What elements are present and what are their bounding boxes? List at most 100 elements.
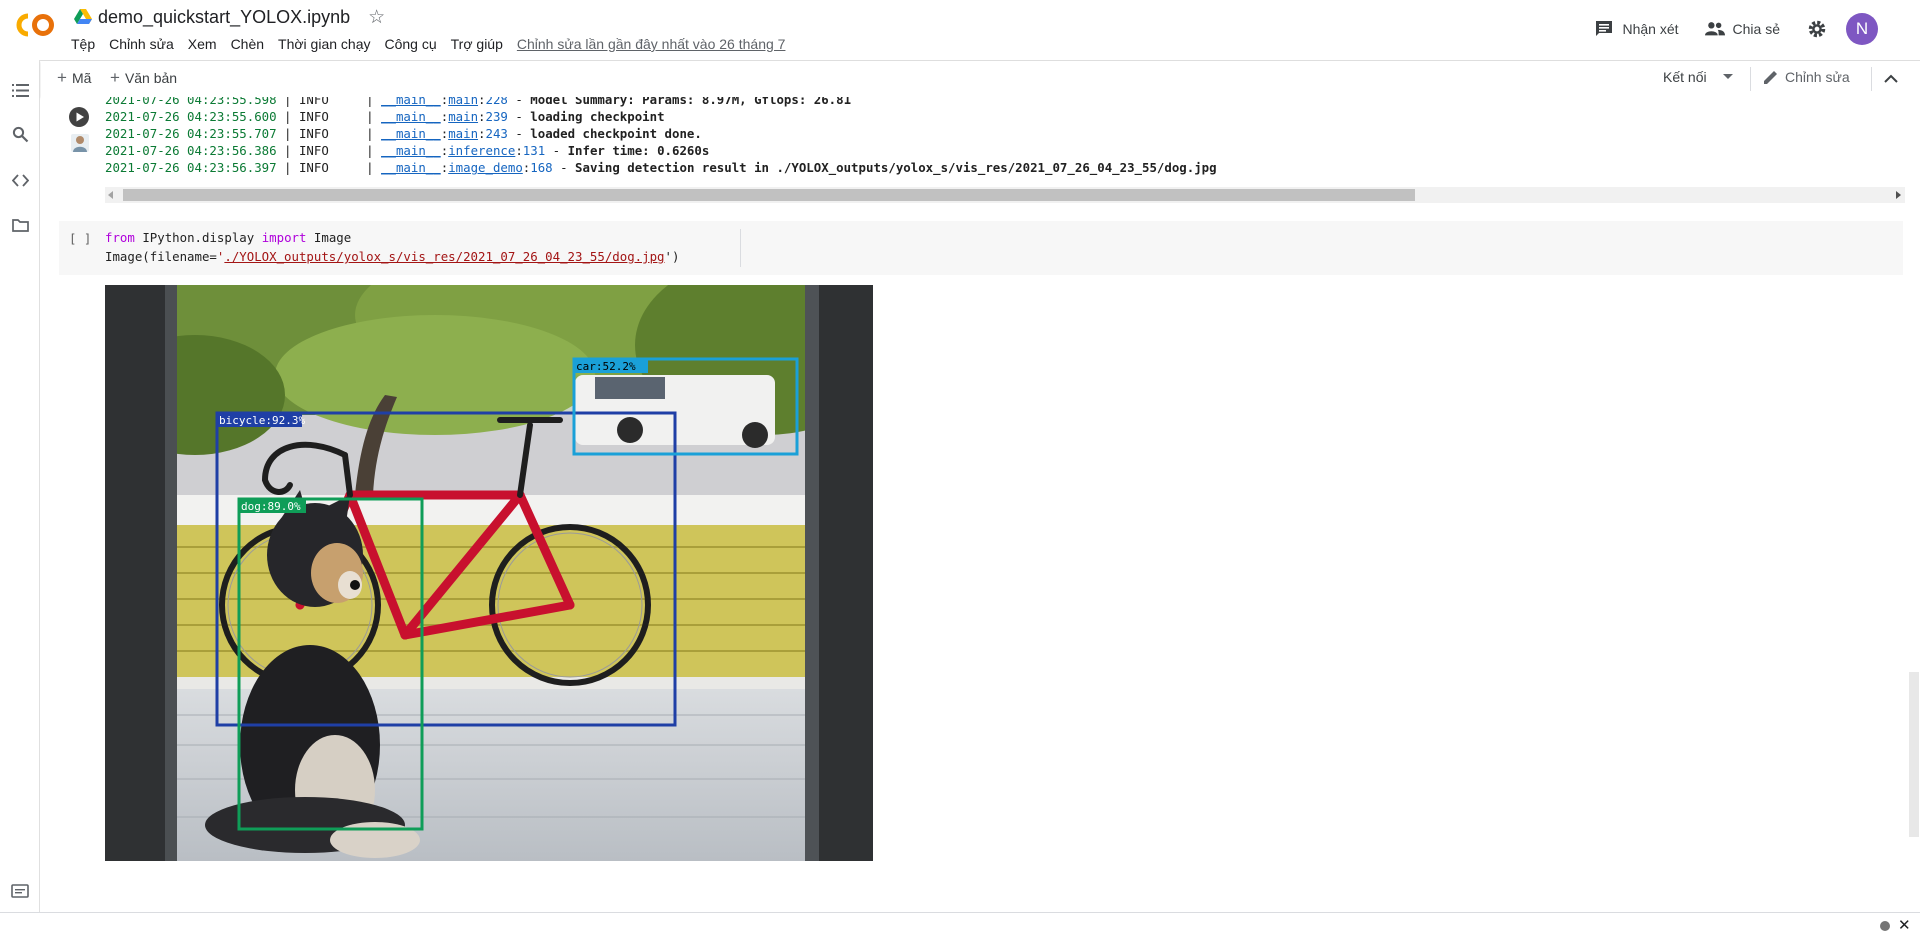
code-cell[interactable]: [ ] from IPython.display import Image Im… xyxy=(59,221,1903,275)
menu-file[interactable]: Tệp xyxy=(64,36,102,52)
cell-output-log: 2021-07-26 04:23:55.598 | INFO | __main_… xyxy=(105,97,1905,176)
code-cell-divider xyxy=(740,229,741,267)
log-timestamp: 2021-07-26 04:23:56.397 xyxy=(105,160,277,175)
add-code-cell-button[interactable]: + Mã xyxy=(57,69,91,86)
log-message: Model Summary: Params: 8.97M, Gflops: 26… xyxy=(530,97,852,107)
log-function-link[interactable]: inference xyxy=(448,143,515,158)
share-button[interactable]: Chia sẻ xyxy=(1704,19,1780,39)
code-call: Image(filename= xyxy=(105,249,217,264)
user-avatar[interactable]: N xyxy=(1846,13,1878,45)
log-line-number: 228 xyxy=(485,97,508,107)
log-level: INFO xyxy=(298,126,329,141)
log-timestamp: 2021-07-26 04:23:56.386 xyxy=(105,143,277,158)
log-line: 2021-07-26 04:23:55.707 | INFO | __main_… xyxy=(105,126,702,141)
edit-mode-button[interactable]: Chỉnh sửa xyxy=(1763,69,1850,85)
log-timestamp: 2021-07-26 04:23:55.598 xyxy=(105,97,277,107)
add-text-cell-button[interactable]: + Văn bản xyxy=(110,69,177,86)
scroll-right-arrow[interactable] xyxy=(1896,191,1901,199)
log-timestamp: 2021-07-26 04:23:55.707 xyxy=(105,126,277,141)
run-cell-icon[interactable] xyxy=(68,106,90,128)
folder-icon[interactable] xyxy=(12,217,29,234)
comments-label: Nhận xét xyxy=(1622,21,1679,37)
log-line: 2021-07-26 04:23:55.598 | INFO | __main_… xyxy=(105,97,1905,108)
code-module: IPython.display xyxy=(142,230,255,245)
log-level: INFO xyxy=(298,143,329,158)
menu-insert[interactable]: Chèn xyxy=(224,36,271,52)
runtime-status-dot[interactable] xyxy=(1880,921,1890,931)
scroll-left-arrow[interactable] xyxy=(108,191,113,199)
google-drive-icon[interactable] xyxy=(74,9,92,25)
menu-edit[interactable]: Chỉnh sửa xyxy=(102,36,181,52)
terminal-icon[interactable] xyxy=(11,884,29,898)
log-function-link[interactable]: main xyxy=(448,97,478,107)
search-icon[interactable] xyxy=(12,126,29,143)
log-line-number: 239 xyxy=(485,109,508,124)
log-module-link[interactable]: __main__ xyxy=(381,160,441,175)
share-label: Chia sẻ xyxy=(1732,21,1780,37)
code-path-link[interactable]: ./YOLOX_outputs/yolox_s/vis_res/2021_07_… xyxy=(224,249,664,264)
log-module-link[interactable]: __main__ xyxy=(381,109,441,124)
log-line-number: 168 xyxy=(530,160,553,175)
scrollbar-thumb[interactable] xyxy=(123,189,1415,201)
comments-button[interactable]: Nhận xét xyxy=(1594,19,1679,39)
vertical-scrollbar-thumb[interactable] xyxy=(1909,672,1919,837)
add-code-label: Mã xyxy=(71,69,92,86)
close-icon[interactable]: ✕ xyxy=(1898,916,1911,934)
code-name: Image xyxy=(313,230,352,245)
connect-button[interactable]: Kết nối xyxy=(1663,69,1733,85)
edit-mode-label: Chỉnh sửa xyxy=(1785,69,1850,85)
log-module-link[interactable]: __main__ xyxy=(381,143,441,158)
log-line: 2021-07-26 04:23:56.386 | INFO | __main_… xyxy=(105,143,710,158)
log-line: 2021-07-26 04:23:55.600 | INFO | __main_… xyxy=(105,109,665,124)
log-line: 2021-07-26 04:23:56.397 | INFO | __main_… xyxy=(105,160,1217,175)
left-sidebar xyxy=(0,60,40,912)
app-header: demo_quickstart_YOLOX.ipynb ☆ Tệp Chỉnh … xyxy=(0,0,1920,60)
menu-view[interactable]: Xem xyxy=(181,36,224,52)
log-timestamp: 2021-07-26 04:23:55.600 xyxy=(105,109,277,124)
log-module-link[interactable]: __main__ xyxy=(381,126,441,141)
execution-count[interactable]: [ ] xyxy=(69,231,91,246)
detection-label-dog: dog:89.0% xyxy=(241,500,301,513)
log-function-link[interactable]: image_demo xyxy=(448,160,523,175)
plus-icon: + xyxy=(57,68,67,87)
last-edit-link[interactable]: Chỉnh sửa lần gần đây nhất vào 26 tháng … xyxy=(517,36,786,52)
menu-bar: Tệp Chỉnh sửa Xem Chèn Thời gian chạy Cô… xyxy=(64,34,785,54)
status-bar: ✕ xyxy=(0,912,1920,938)
header-actions: Nhận xét Chia sẻ N xyxy=(1594,12,1920,46)
notebook-area[interactable]: 2021-07-26 04:23:55.598 | INFO | __main_… xyxy=(41,97,1920,912)
gear-icon[interactable] xyxy=(1806,18,1828,40)
log-message: loading checkpoint xyxy=(530,109,665,124)
dog-bicycle-photo: bicycle:92.3% dog:89.0% car:52.2% xyxy=(105,285,873,861)
colab-logo[interactable] xyxy=(14,12,56,38)
log-message: loaded checkpoint done. xyxy=(530,126,702,141)
detection-result-image: bicycle:92.3% dog:89.0% car:52.2% xyxy=(105,285,873,861)
log-function-link[interactable]: main xyxy=(448,109,478,124)
code-suffix: ') xyxy=(664,249,680,264)
detection-label-car: car:52.2% xyxy=(576,360,636,373)
code-keyword: from xyxy=(105,230,135,245)
connect-label: Kết nối xyxy=(1663,69,1707,85)
log-module-link[interactable]: __main__ xyxy=(381,97,441,107)
toolbar-divider xyxy=(1750,67,1751,91)
code-keyword: import xyxy=(261,230,307,245)
pencil-icon xyxy=(1764,71,1777,84)
log-line-number: 131 xyxy=(522,143,546,158)
menu-tools[interactable]: Công cụ xyxy=(377,36,443,52)
code-snippets-icon[interactable] xyxy=(12,172,29,189)
log-message: Infer time: 0.6260s xyxy=(567,143,710,158)
log-level: INFO xyxy=(298,109,329,124)
title-row: demo_quickstart_YOLOX.ipynb ☆ xyxy=(74,6,385,28)
horizontal-scrollbar[interactable] xyxy=(105,187,1905,203)
menu-runtime[interactable]: Thời gian chạy xyxy=(271,36,377,52)
notebook-toolbar: + Mã + Văn bản Kết nối Chỉnh sửa xyxy=(41,61,1920,97)
star-icon[interactable]: ☆ xyxy=(368,8,385,27)
chevron-up-icon[interactable] xyxy=(1881,69,1901,89)
code-editor[interactable]: from IPython.display import Image Image(… xyxy=(105,228,679,266)
menu-help[interactable]: Trợ giúp xyxy=(444,36,510,52)
table-of-contents-icon[interactable] xyxy=(12,82,29,99)
log-line-number: 243 xyxy=(485,126,508,141)
notebook-title[interactable]: demo_quickstart_YOLOX.ipynb xyxy=(98,7,350,28)
log-message: Saving detection result in ./YOLOX_outpu… xyxy=(575,160,1217,175)
toolbar-divider xyxy=(1871,67,1872,91)
log-function-link[interactable]: main xyxy=(448,126,478,141)
